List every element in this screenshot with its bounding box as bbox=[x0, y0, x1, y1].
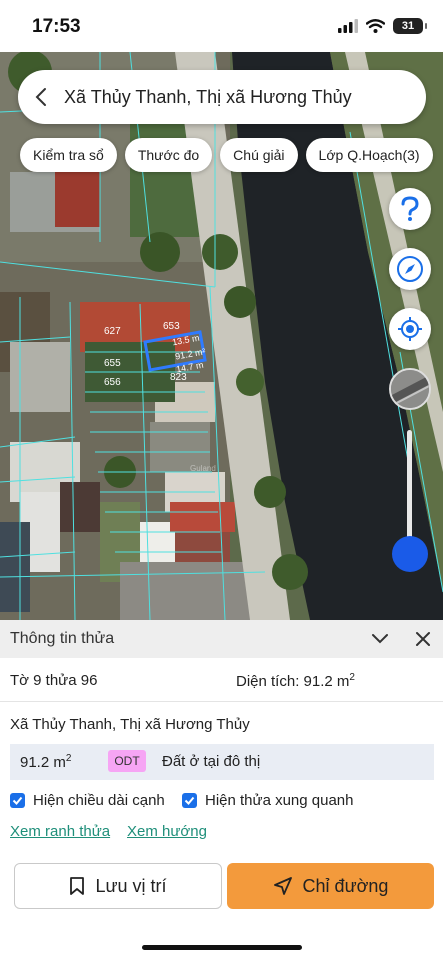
parcel-info-panel: Thông tin thửa Tờ 9 thửa 96 Diện tích: 9… bbox=[0, 620, 443, 960]
parcel-label-655: 655 bbox=[104, 358, 121, 369]
parcel-id: Tờ 9 thửa 96 bbox=[10, 672, 98, 689]
parcel-label-627: 627 bbox=[104, 326, 121, 337]
opacity-slider-track[interactable] bbox=[407, 430, 412, 550]
signal-icon bbox=[338, 19, 358, 33]
chip-check-book[interactable]: Kiểm tra sổ bbox=[20, 138, 117, 172]
chip-planning-layer[interactable]: Lớp Q.Hoạch(3) bbox=[305, 138, 433, 172]
help-button[interactable] bbox=[389, 188, 431, 230]
show-edge-length-label: Hiện chiều dài cạnh bbox=[33, 792, 165, 809]
parcel-label-656: 656 bbox=[104, 377, 121, 388]
directions-button[interactable]: Chỉ đường bbox=[227, 863, 434, 909]
panel-header: Thông tin thửa bbox=[0, 620, 443, 658]
save-location-label: Lưu vị trí bbox=[95, 875, 167, 896]
directions-label: Chỉ đường bbox=[302, 875, 389, 896]
chip-legend[interactable]: Chú giải bbox=[220, 138, 298, 172]
parcel-label-653: 653 bbox=[163, 321, 180, 332]
compass-button[interactable] bbox=[389, 248, 431, 290]
checkbox-checked-icon bbox=[10, 793, 25, 808]
map-tool-chips: Kiểm tra sổ Thước đo Chú giải Lớp Q.Hoạc… bbox=[20, 138, 433, 172]
show-edge-length-checkbox[interactable]: Hiện chiều dài cạnh bbox=[10, 792, 165, 809]
location-title: Xã Thủy Thanh, Thị xã Hương Thủy bbox=[64, 86, 352, 107]
view-direction-link[interactable]: Xem hướng bbox=[127, 823, 207, 840]
land-code-badge: ODT bbox=[108, 750, 146, 772]
bookmark-icon bbox=[70, 877, 85, 895]
chevron-down-icon[interactable] bbox=[370, 629, 390, 649]
show-neighbor-parcels-label: Hiện thửa xung quanh bbox=[205, 792, 354, 809]
parcel-address: Xã Thủy Thanh, Thị xã Hương Thủy bbox=[10, 716, 250, 733]
land-use-type: Đất ở tại đô thị bbox=[162, 753, 261, 770]
map-layer-button[interactable] bbox=[389, 368, 431, 410]
view-boundary-link[interactable]: Xem ranh thửa bbox=[10, 823, 110, 840]
status-bar: 17:53 31 bbox=[0, 0, 443, 52]
parcel-area: Diện tích: 91.2 m2 bbox=[236, 672, 355, 690]
wifi-icon bbox=[366, 19, 385, 33]
parcel-summary-row: Tờ 9 thửa 96 Diện tích: 91.2 m2 bbox=[0, 658, 443, 702]
locate-icon bbox=[398, 317, 422, 341]
panel-title: Thông tin thửa bbox=[10, 630, 115, 647]
status-icons: 31 bbox=[338, 18, 427, 34]
navigation-arrow-icon bbox=[273, 877, 292, 895]
chip-measure[interactable]: Thước đo bbox=[124, 138, 213, 172]
save-location-button[interactable]: Lưu vị trí bbox=[14, 863, 222, 909]
battery-indicator: 31 bbox=[393, 18, 427, 34]
land-use-area: 91.2 m2 bbox=[20, 753, 72, 771]
status-time: 17:53 bbox=[32, 16, 81, 37]
checkbox-checked-icon bbox=[182, 793, 197, 808]
home-indicator[interactable] bbox=[142, 945, 302, 950]
back-icon[interactable] bbox=[18, 70, 64, 124]
map-watermark: Guland bbox=[190, 464, 216, 473]
opacity-slider-handle[interactable] bbox=[392, 536, 428, 572]
locate-button[interactable] bbox=[389, 308, 431, 350]
compass-icon bbox=[397, 256, 423, 282]
close-icon[interactable] bbox=[414, 630, 432, 648]
show-neighbor-parcels-checkbox[interactable]: Hiện thửa xung quanh bbox=[182, 792, 353, 809]
help-icon bbox=[401, 196, 419, 221]
location-search-bar[interactable]: Xã Thủy Thanh, Thị xã Hương Thủy bbox=[18, 70, 426, 124]
land-use-row: 91.2 m2 ODT Đất ở tại đô thị bbox=[10, 744, 434, 780]
